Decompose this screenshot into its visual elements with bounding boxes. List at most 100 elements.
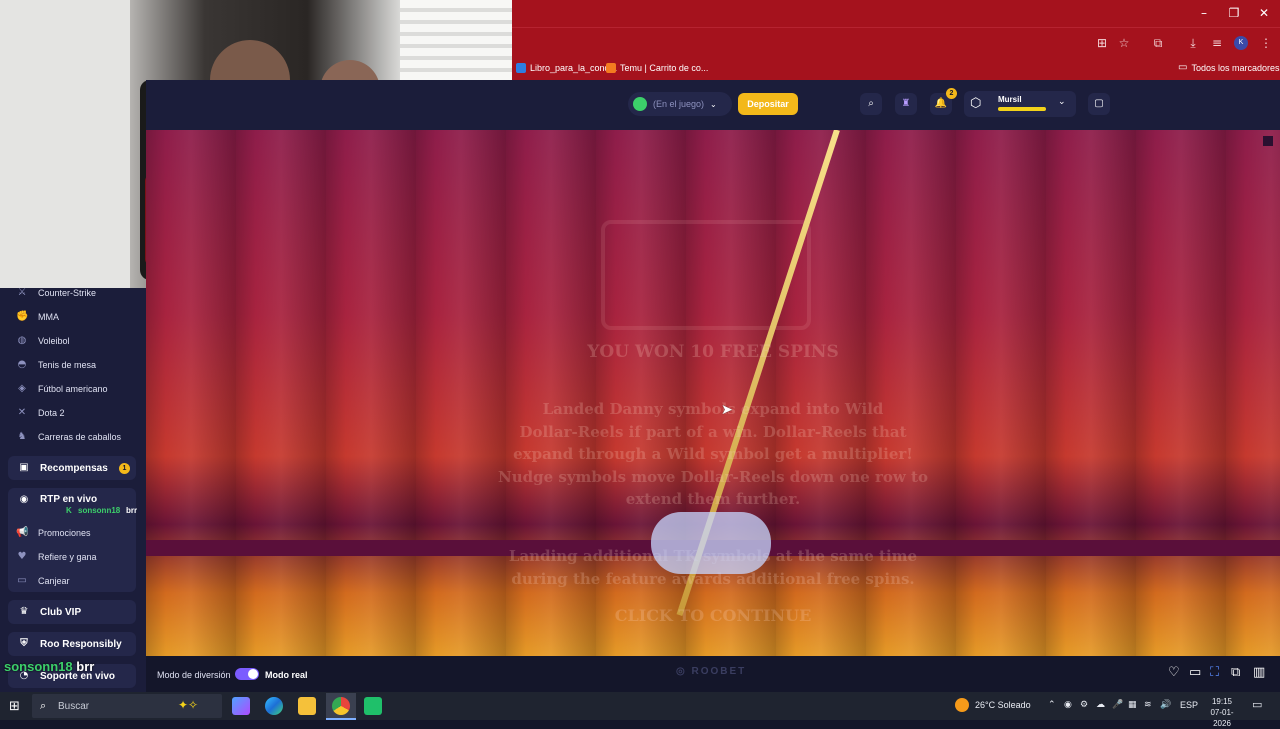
crown-icon: ♛ <box>19 606 29 617</box>
bookmarks-bar: Libro_para_la_cond... Temu | Carrito de … <box>512 56 1280 80</box>
rewards-badge: 1 <box>119 462 130 474</box>
coin-icon <box>633 97 647 111</box>
taskbar-search[interactable]: ⌕ Buscar ✦✧ <box>32 694 222 718</box>
feature-description: Landed Danny symbols expand into Wild Do… <box>146 398 1280 511</box>
edge-app-icon[interactable] <box>265 697 283 715</box>
description-line: Dollar-Reels if part of a win. Dollar-Re… <box>519 422 907 441</box>
popout-icon[interactable]: ⧉ <box>1231 665 1240 680</box>
streamer-name: sonsonn18 <box>4 659 73 674</box>
download-icon[interactable]: ⤓ <box>1185 35 1201 51</box>
sidebar-item-carreras-de-caballos[interactable]: ♞ Carreras de caballos <box>16 427 122 447</box>
sidebar-item-promociones[interactable]: 📢 Promociones <box>16 523 91 543</box>
theatre-mode-icon[interactable]: ▭ <box>1189 665 1201 680</box>
bookmark-libro[interactable]: Libro_para_la_cond... <box>516 60 617 76</box>
sidebar-item-label: Fútbol americano <box>38 384 108 394</box>
tray-overflow-icon[interactable]: ⌃ <box>1048 700 1056 710</box>
file-explorer-icon[interactable] <box>298 697 316 715</box>
sidebar-item-voleibol[interactable]: ◍ Voleibol <box>16 331 70 351</box>
rank-hexagon-icon: ⬡ <box>970 96 982 111</box>
kick-app-icon[interactable] <box>364 697 382 715</box>
translate-icon[interactable]: ⊞ <box>1094 35 1110 51</box>
chat-icon[interactable]: ▢ <box>1088 93 1110 115</box>
rewards-label: Recompensas <box>40 462 108 474</box>
roobet-logo: ◎ ROOBET <box>676 666 747 677</box>
game-bottom-bar: Modo de diversión Modo real ◎ ROOBET ♡ ▭… <box>146 656 1280 692</box>
fullscreen-icon[interactable]: ⛶ <box>1210 665 1219 680</box>
redeem-icon: ▭ <box>17 575 27 586</box>
volleyball-icon: ◍ <box>17 335 27 346</box>
dota-icon: ✕ <box>17 407 27 418</box>
language-indicator[interactable]: ESP <box>1180 700 1198 710</box>
sidebar-item-mma[interactable]: ✊ MMA <box>16 307 59 327</box>
vip-club-button[interactable]: ♛ Club VIP <box>8 600 136 624</box>
tray-app-icon[interactable]: ⚙ <box>1080 700 1088 710</box>
favorite-icon[interactable]: ♡ <box>1168 665 1180 680</box>
game-frame[interactable]: YOU WON 10 FREE SPINS Landed Danny symbo… <box>146 130 1280 656</box>
sidebar-item-refiere[interactable]: ♥ Refiere y gana <box>16 547 97 567</box>
weather-sun-icon <box>955 698 969 712</box>
rtp-live-card[interactable]: ◉ RTP en vivo K sonsonn18 brr <box>8 488 137 520</box>
deposit-button[interactable]: Depositar <box>738 93 798 115</box>
trophy-icon[interactable]: ♜ <box>895 93 917 115</box>
bookmark-favicon <box>516 63 526 73</box>
chevron-down-icon: ⌄ <box>1058 97 1066 107</box>
volume-icon[interactable]: 🔊 <box>1160 700 1171 710</box>
chevron-down-icon: ⌄ <box>710 99 717 109</box>
chrome-app-active[interactable] <box>326 693 356 720</box>
all-bookmarks-label: Todos los marcadores <box>1191 63 1280 73</box>
username: Mursil <box>998 95 1022 104</box>
microphone-icon[interactable]: 🎤 <box>1112 700 1123 710</box>
network-icon[interactable]: ▦ <box>1128 700 1137 710</box>
menu-icon[interactable]: ⋮ <box>1258 35 1274 51</box>
media-icon[interactable]: ≡ <box>1209 35 1225 51</box>
mode-toggle[interactable] <box>235 668 259 680</box>
tray-app-icon[interactable]: ☁ <box>1096 700 1105 710</box>
roo-responsibly-button[interactable]: ⛨ Roo Responsibly <box>8 632 136 656</box>
rtp-label: RTP en vivo <box>40 494 98 505</box>
bookmark-label: Temu | Carrito de co... <box>620 63 709 73</box>
shield-icon: ⛨ <box>20 638 28 649</box>
mouse-cursor-icon: ➤ <box>721 402 733 418</box>
refer-icon: ♥ <box>17 551 27 562</box>
bookmark-temu[interactable]: Temu | Carrito de co... <box>606 60 708 76</box>
close-icon[interactable]: ✕ <box>1254 4 1274 22</box>
rewards-button[interactable]: ▣ Recompensas 1 <box>8 456 136 480</box>
wall-door <box>0 0 130 288</box>
bookmark-favicon <box>606 63 616 73</box>
bookmark-star-icon[interactable]: ☆ <box>1116 35 1132 51</box>
folder-icon: ▭ <box>1178 62 1188 73</box>
tray-app-icon[interactable]: ◉ <box>1064 700 1072 710</box>
description-line: expand through a Wild symbol get a multi… <box>513 445 913 463</box>
restore-icon[interactable]: ❐ <box>1224 4 1244 22</box>
profile-avatar[interactable]: K <box>1234 36 1248 50</box>
sidebar-item-label: Tenis de mesa <box>38 360 97 370</box>
copilot-app-icon[interactable] <box>232 697 250 715</box>
sidebar-item-label: Counter-Strike <box>38 288 97 298</box>
sidebar-item-futbol-americano[interactable]: ◈ Fútbol americano <box>16 379 108 399</box>
clock[interactable]: 19:15 07-01-2026 <box>1202 696 1242 729</box>
gloved-hands <box>651 512 771 574</box>
sidebar-item-label: Promociones <box>38 528 91 538</box>
click-to-continue[interactable]: CLICK TO CONTINUE <box>146 606 1280 625</box>
weather-text[interactable]: 26°C Soleado <box>975 700 1031 710</box>
mma-icon: ✊ <box>16 311 29 322</box>
wifi-icon[interactable]: ≋ <box>1144 700 1152 710</box>
balance-selector[interactable]: (En el juego) ⌄ <box>628 92 732 116</box>
minimize-icon[interactable]: – <box>1194 4 1214 22</box>
all-bookmarks[interactable]: ▭ Todos los marcadores <box>1178 60 1280 76</box>
balance-label: (En el juego) <box>653 99 705 109</box>
browser-toolbar: ⊞ ☆ ⧉ ⤓ ≡ K ⋮ <box>512 27 1280 56</box>
user-menu[interactable]: ⬡ Mursil ⌄ <box>964 91 1076 117</box>
stats-icon[interactable]: ▥ <box>1253 665 1265 680</box>
sidebar-item-counter-strike[interactable]: ⚔ Counter-Strike <box>16 283 97 303</box>
sidebar-item-dota-2[interactable]: ✕ Dota 2 <box>16 403 65 423</box>
brand-text: ROOBET <box>691 666 747 677</box>
extensions-icon[interactable]: ⧉ <box>1150 35 1166 51</box>
clock-time: 19:15 <box>1211 697 1233 706</box>
notifications-icon[interactable]: ▭ <box>1252 698 1262 711</box>
sidebar-item-tenis-de-mesa[interactable]: ◓ Tenis de mesa <box>16 355 96 375</box>
corner-marker <box>1263 136 1273 146</box>
search-icon[interactable]: ⌕ <box>860 93 882 115</box>
windows-start-icon[interactable]: ⊞ <box>9 699 20 714</box>
sidebar-item-canjear[interactable]: ▭ Canjear <box>16 571 69 591</box>
